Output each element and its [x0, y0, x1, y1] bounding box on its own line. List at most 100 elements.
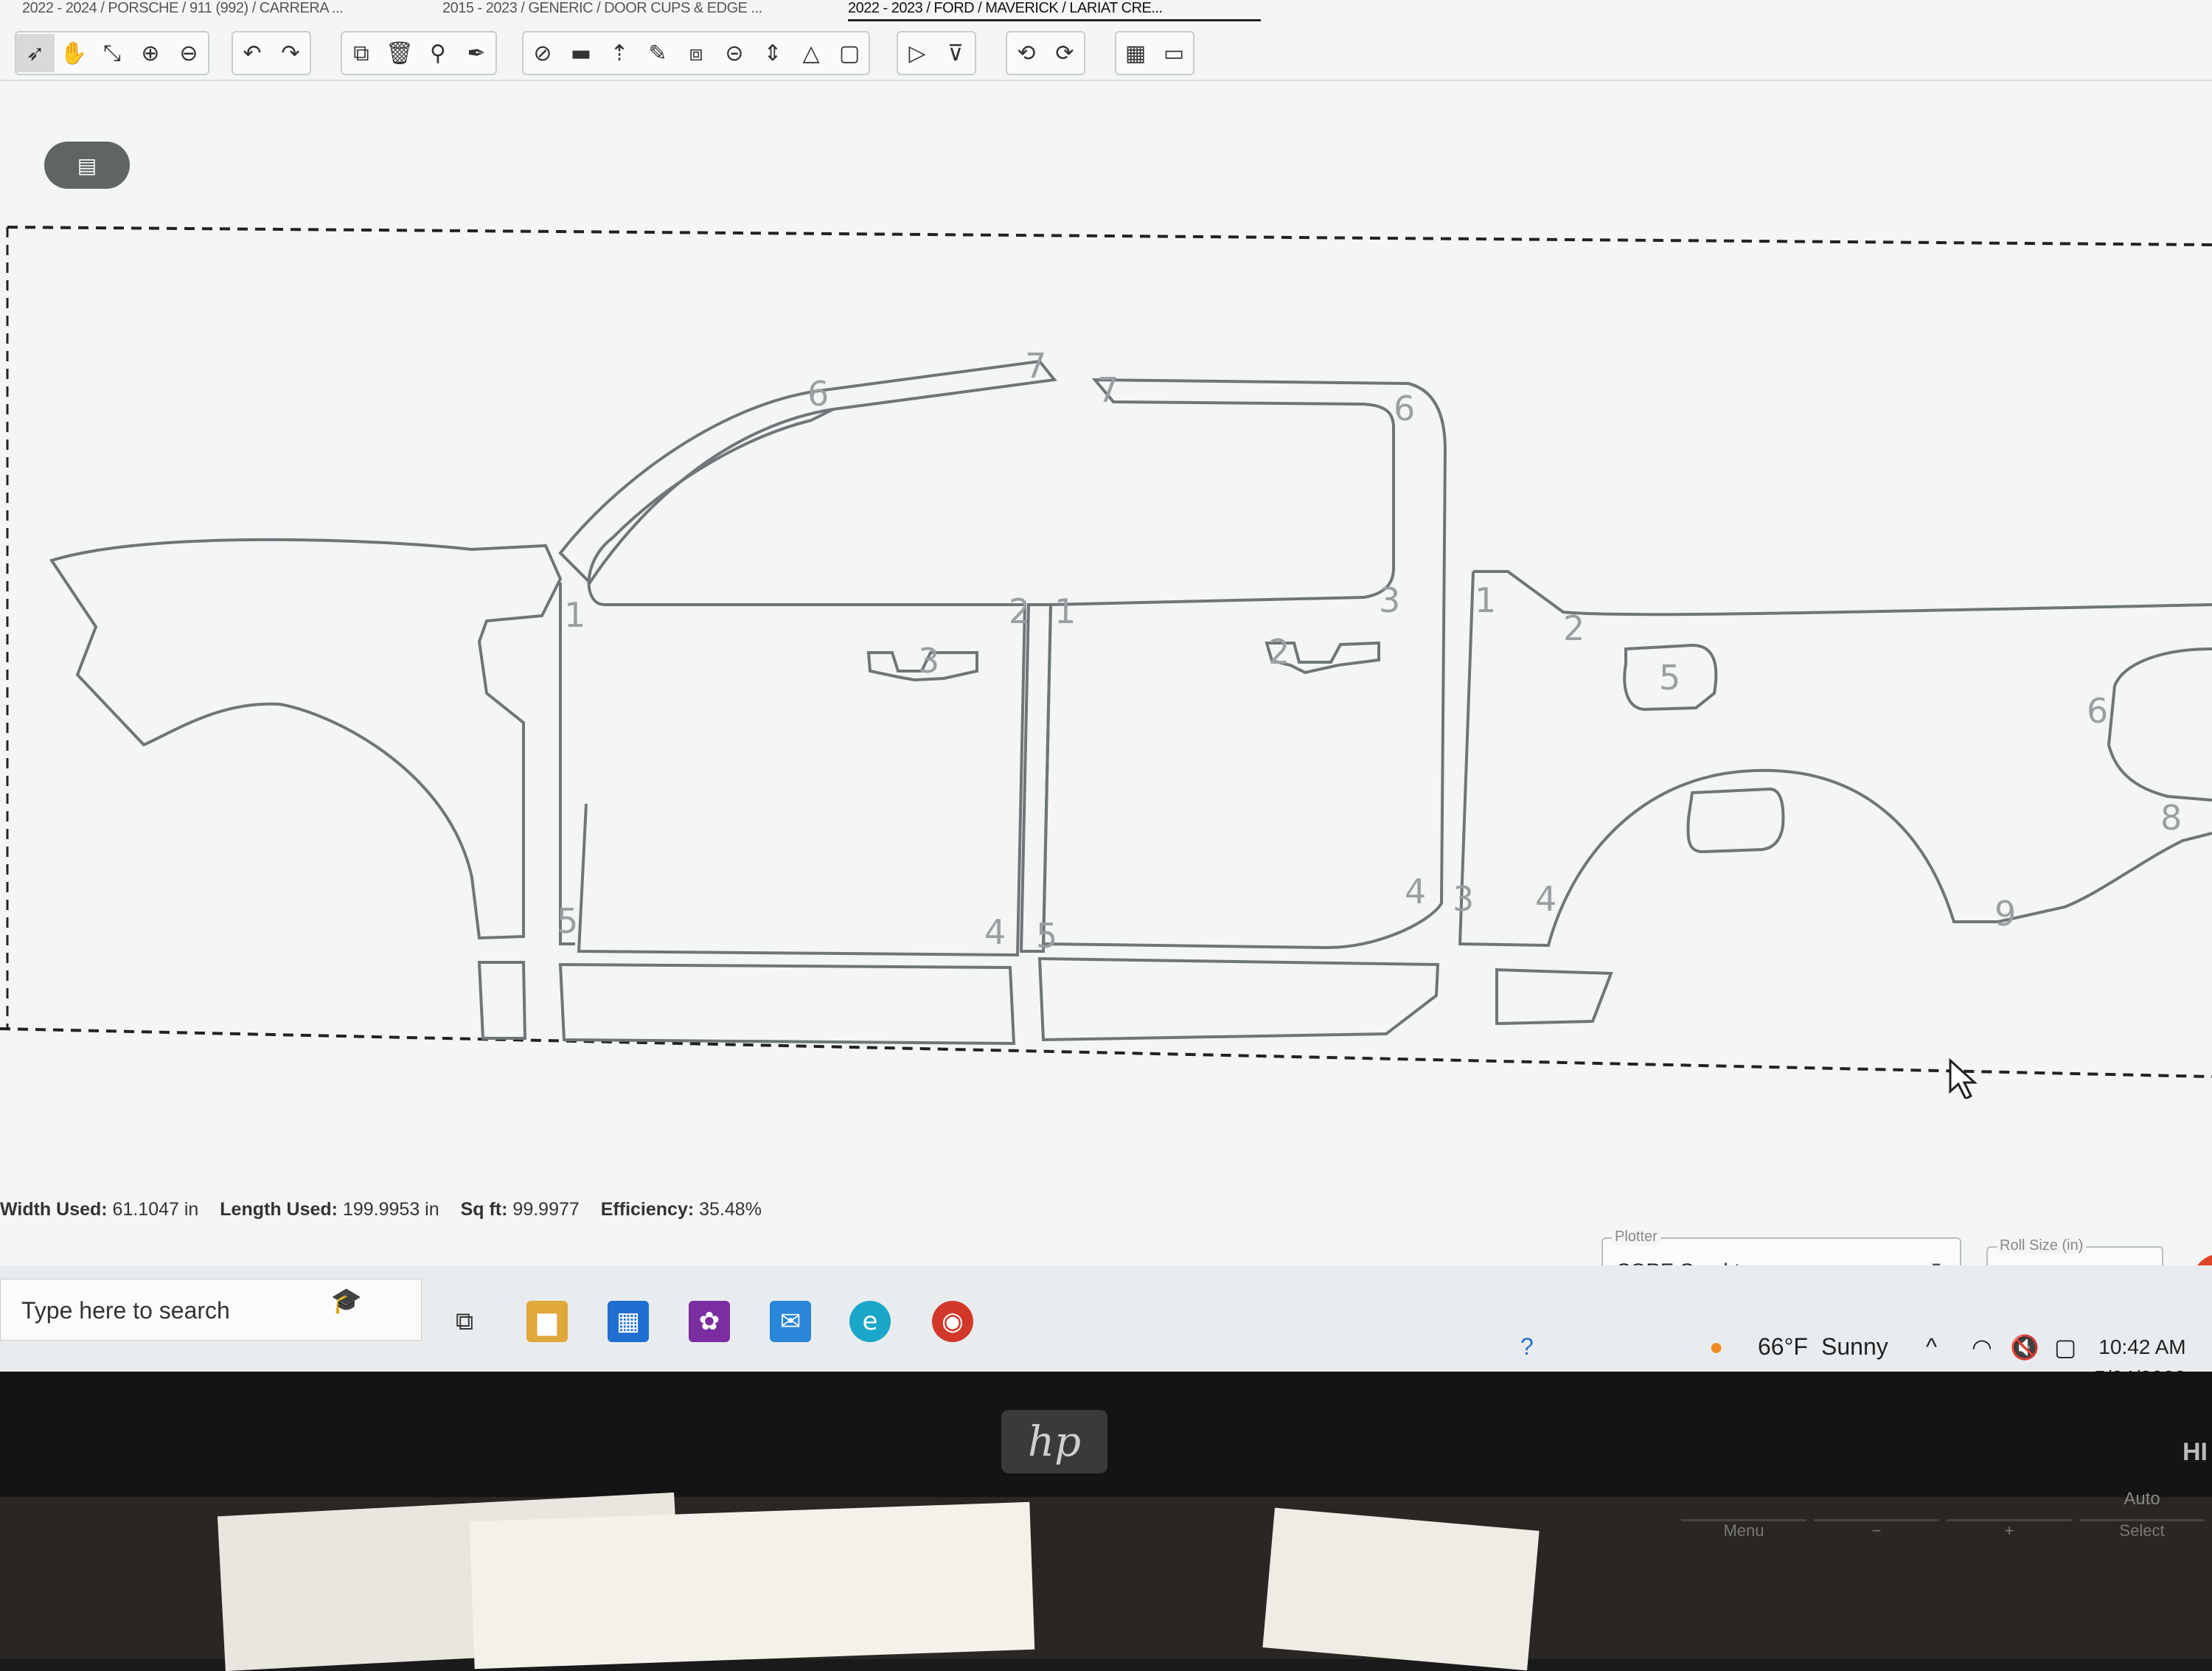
part-label: 7 [1025, 346, 1046, 386]
part-label: 5 [1659, 658, 1680, 698]
monitor-minus-button[interactable]: − [1814, 1519, 1939, 1557]
tab-ford-maverick[interactable]: 2022 - 2023 / FORD / MAVERICK / LARIAT C… [848, 0, 1261, 21]
edit-path-icon[interactable]: ✎ [639, 34, 677, 72]
roll-size-label: Roll Size (in) [1997, 1237, 2087, 1254]
part-front-fender[interactable] [49, 538, 563, 940]
part-front-door-top[interactable] [559, 583, 575, 945]
part-rear-window-frame[interactable] [1041, 378, 1447, 950]
volume-muted-icon[interactable]: 🔇 [2010, 1333, 2039, 1361]
delete-icon[interactable]: 🗑 [380, 34, 419, 72]
monitor-buttons: Menu − + Auto Select [1681, 1489, 2212, 1557]
mail-icon[interactable]: ✉ [770, 1301, 811, 1342]
ruler-icon[interactable]: ▭ [1155, 34, 1193, 72]
pin-icon[interactable]: ⚲ [419, 34, 457, 72]
toolbar-group-layout: ▦ ▭ [1115, 31, 1194, 75]
rotate-right-icon[interactable]: ⟳ [1046, 34, 1084, 72]
part-label: 6 [1394, 389, 1415, 428]
zoom-out-icon[interactable]: ⊖ [170, 34, 208, 72]
help-icon[interactable]: ? [1520, 1333, 1534, 1361]
cut-canvas[interactable]: 6 7 7 6 1 2 1 3 3 2 1 2 5 6 8 9 5 4 5 4 … [0, 214, 2212, 1099]
monitor-brand-text: HI [2183, 1438, 2208, 1466]
hide-icon[interactable]: ⊘ [524, 34, 562, 72]
part-label: 4 [1535, 879, 1557, 919]
triangle-icon[interactable]: △ [792, 34, 830, 72]
part-label: 2 [1268, 632, 1290, 672]
plotter-label: Plotter [1612, 1229, 1660, 1246]
hand-tool-icon[interactable]: ✋ [55, 34, 93, 72]
weld-icon[interactable]: ⊝ [715, 34, 754, 72]
part-label: 4 [1405, 872, 1426, 911]
flip-icon[interactable]: ⊽ [936, 34, 975, 72]
desk-paper [469, 1501, 1035, 1670]
length-used-label: Length Used: [220, 1199, 338, 1220]
chat-button[interactable]: ▤ [44, 142, 130, 189]
pen-tool-icon[interactable]: ✒ [457, 34, 495, 72]
file-explorer-icon[interactable]: ▆ [526, 1301, 568, 1342]
part-marker-light[interactable] [1686, 787, 1785, 854]
wifi-icon[interactable]: ◠ [1972, 1333, 1992, 1361]
mirror-icon[interactable]: ▷ [898, 34, 936, 72]
part-rocker-4[interactable] [1495, 967, 1613, 1026]
toolbar-group-mirror: ▷ ⊽ [897, 31, 976, 75]
part-label: 2 [1563, 608, 1585, 648]
part-label: 3 [918, 641, 939, 681]
chrome-icon[interactable]: ◉ [932, 1301, 973, 1342]
tab-porsche[interactable]: 2022 - 2024 / PORSCHE / 911 (992) / CARR… [22, 0, 369, 19]
monitor-auto-label: Auto [2124, 1489, 2160, 1509]
rectangle-icon[interactable]: ▢ [830, 34, 869, 72]
edge-browser-icon[interactable]: e [849, 1301, 891, 1342]
copy-icon[interactable]: ⧉ [342, 34, 380, 72]
part-rocker-1[interactable] [477, 961, 527, 1040]
toolbar-group-view: ➶ ✋ ⤡ ⊕ ⊖ [15, 31, 209, 75]
tab-door-cups[interactable]: 2015 - 2023 / GENERIC / DOOR CUPS & EDGE… [442, 0, 796, 19]
part-rocker-3[interactable] [1037, 956, 1440, 1042]
chevron-up-icon[interactable]: ^ [1926, 1333, 1937, 1361]
weather-text[interactable]: Sunny [1821, 1333, 1888, 1361]
length-used-value: 199.9953 in [342, 1199, 439, 1220]
part-label: 5 [1036, 916, 1057, 956]
toolbar-group-edit: ⧉ 🗑 ⚲ ✒ [341, 31, 497, 75]
part-label: 1 [1475, 580, 1496, 620]
material-bottom-edge [0, 1027, 2212, 1078]
store-icon[interactable]: ▦ [608, 1301, 649, 1342]
monitor-plus-button[interactable]: + [1947, 1519, 2072, 1557]
weather-temp[interactable]: 66°F [1758, 1333, 1808, 1361]
nest-icon[interactable]: ⇡ [600, 34, 639, 72]
grid-icon[interactable]: ▦ [1116, 34, 1155, 72]
graduation-cap-icon[interactable]: 🎓 [310, 1280, 383, 1321]
tab-bar: 2022 - 2024 / PORSCHE / 911 (992) / CARR… [0, 0, 1475, 21]
sqft-label: Sq ft: [460, 1199, 508, 1220]
efficiency-label: Efficiency: [600, 1199, 695, 1220]
width-used-value: 61.1047 in [112, 1199, 199, 1220]
material-top-edge [7, 226, 2212, 246]
part-tailgate[interactable] [2107, 647, 2212, 802]
monitor-select-button[interactable]: Auto Select [2079, 1489, 2205, 1557]
part-label: 2 [1009, 591, 1030, 631]
search-placeholder: Type here to search [21, 1297, 230, 1324]
part-label: 4 [984, 912, 1006, 952]
part-rocker-2[interactable] [558, 962, 1016, 1046]
zoom-in-icon[interactable]: ⊕ [131, 34, 170, 72]
clock-date: 5/24/2023 [2094, 1363, 2186, 1372]
undo-icon[interactable]: ↶ [233, 34, 271, 72]
flip-vertical-icon[interactable]: ⇕ [754, 34, 792, 72]
task-view-icon[interactable]: ⧉ [444, 1301, 485, 1342]
rotate-left-icon[interactable]: ⟲ [1007, 34, 1046, 72]
app-screen: 2022 - 2024 / PORSCHE / 911 (992) / CARR… [0, 0, 2212, 1372]
bottom-icon[interactable]: ▬ [562, 34, 600, 72]
part-label: 7 [1097, 370, 1119, 410]
system-clock[interactable]: 10:42 AM 5/24/2023 [2094, 1332, 2186, 1372]
part-label: 1 [1054, 591, 1076, 631]
part-front-door[interactable] [577, 408, 1027, 957]
part-label: 6 [807, 374, 829, 414]
redo-icon[interactable]: ↷ [271, 34, 310, 72]
desk-paper [1262, 1507, 1540, 1671]
weather-sun-icon: ● [1709, 1333, 1724, 1360]
photos-app-icon[interactable]: ✿ [689, 1301, 730, 1342]
notification-icon[interactable]: ▢ [2054, 1333, 2076, 1361]
monitor-menu-button[interactable]: Menu [1681, 1519, 1806, 1557]
fit-view-icon[interactable]: ⤡ [93, 34, 131, 72]
select-tool-icon[interactable]: ➶ [16, 34, 55, 72]
toolbar-group-shape: ⊘ ▬ ⇡ ✎ ⧈ ⊝ ⇕ △ ▢ [522, 31, 870, 75]
combine-icon[interactable]: ⧈ [677, 34, 715, 72]
